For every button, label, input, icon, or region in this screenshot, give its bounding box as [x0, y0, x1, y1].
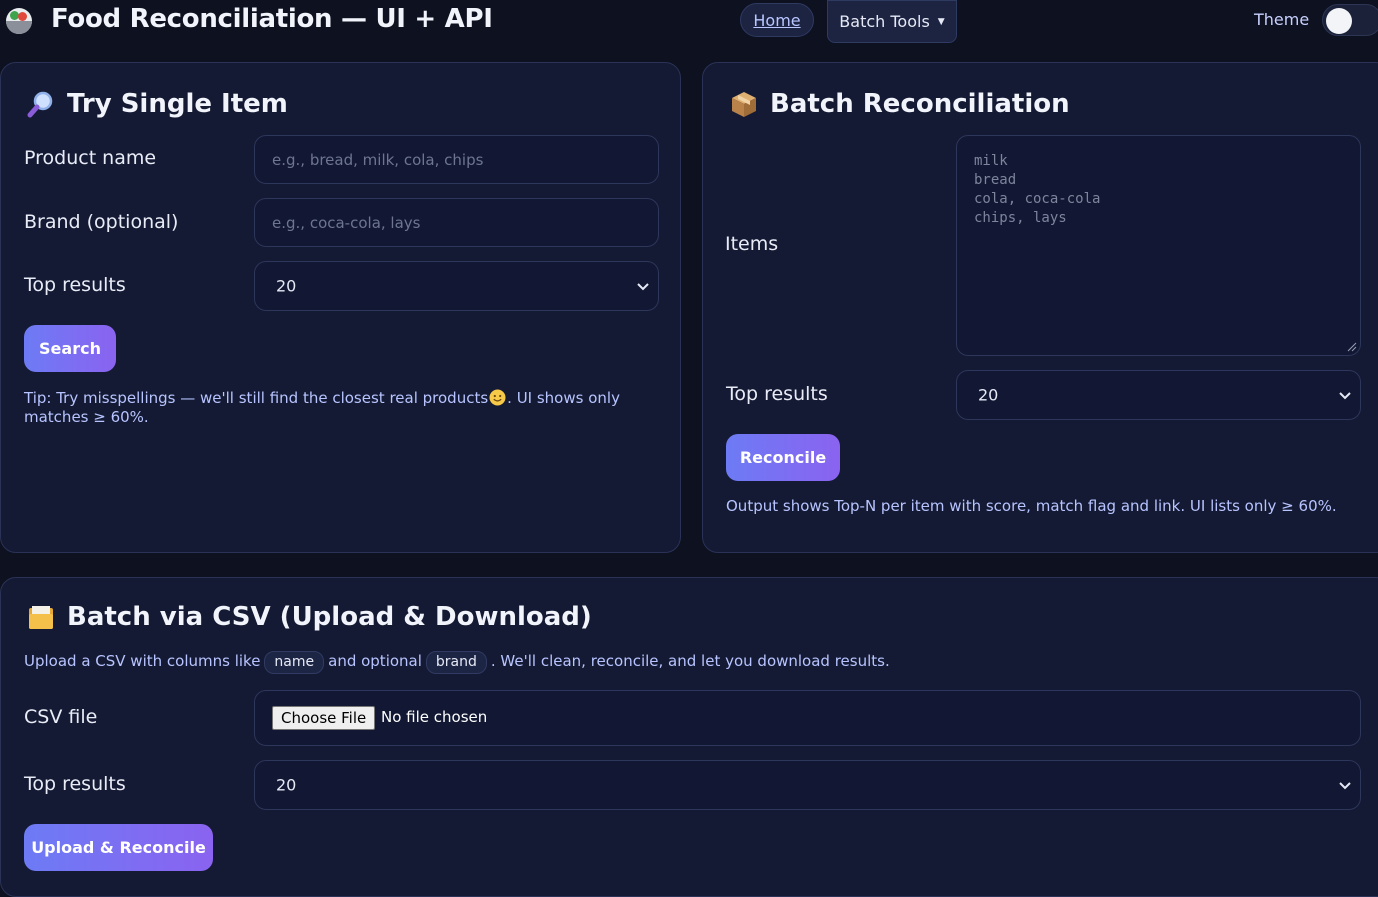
csv-card: Batch via CSV (Upload & Download) Upload… — [0, 577, 1378, 897]
batch-note: Output shows Top-N per item with score, … — [726, 497, 1337, 515]
nav-batch-tools-dropdown[interactable]: Batch Tools ▼ — [827, 0, 957, 43]
product-name-placeholder: e.g., bread, milk, cola, chips — [272, 150, 484, 169]
single-tip-line1: Tip: Try misspellings — we'll still find… — [24, 389, 489, 407]
csv-top-results-select[interactable]: 20 — [254, 760, 1361, 810]
single-tip-line1-end: . UI shows only — [507, 389, 620, 407]
salad-bowl-icon — [6, 8, 32, 34]
search-button[interactable]: Search — [24, 325, 116, 372]
csv-top-results-value: 20 — [276, 775, 297, 795]
items-placeholder: milk bread cola, coca-cola chips, lays — [974, 153, 1101, 226]
single-item-card: Try Single Item Product name e.g., bread… — [0, 62, 681, 553]
batch-top-results-select[interactable]: 20 — [956, 370, 1361, 420]
brand-input[interactable]: e.g., coca-cola, lays — [254, 198, 659, 247]
code-name-pill: name — [264, 651, 325, 674]
single-top-results-select[interactable]: 20 — [254, 261, 659, 311]
no-file-text: No file chosen — [381, 708, 488, 726]
smile-icon — [489, 389, 506, 406]
csv-desc-post: . We'll clean, reconcile, and let you do… — [490, 652, 890, 670]
chevron-down-icon — [1339, 392, 1351, 400]
brand-label: Brand (optional) — [24, 211, 179, 233]
csv-title: Batch via CSV (Upload & Download) — [27, 602, 592, 632]
single-tip-line2: matches ≥ 60%. — [24, 408, 149, 426]
single-top-results-label: Top results — [24, 274, 126, 296]
batch-top-results-value: 20 — [978, 385, 999, 405]
csv-file-label: CSV file — [24, 706, 98, 728]
resize-handle-icon[interactable] — [1347, 342, 1357, 352]
theme-toggle[interactable] — [1322, 4, 1378, 36]
batch-title: Batch Reconciliation — [730, 89, 1070, 119]
nav-home-link[interactable]: Home — [740, 3, 814, 37]
chevron-down-icon — [1339, 782, 1351, 790]
choose-file-button[interactable]: Choose File — [272, 706, 376, 730]
magnifier-icon — [27, 91, 53, 118]
code-brand-pill: brand — [425, 651, 487, 674]
csv-description: Upload a CSV with columns like name and op… — [24, 651, 1224, 674]
brand-placeholder: e.g., coca-cola, lays — [272, 213, 421, 232]
csv-desc-pre: Upload a CSV with columns like — [24, 652, 261, 670]
single-top-results-value: 20 — [276, 276, 297, 296]
csv-top-results-label: Top results — [24, 773, 126, 795]
csv-desc-mid: and optional — [328, 652, 422, 670]
batch-top-results-label: Top results — [726, 383, 828, 405]
package-icon — [732, 92, 756, 117]
upload-reconcile-button[interactable]: Upload & Reconcile — [24, 824, 213, 871]
items-textarea[interactable]: milk bread cola, coca-cola chips, lays — [956, 135, 1361, 356]
theme-label: Theme — [1254, 10, 1310, 29]
batch-title-text: Batch Reconciliation — [770, 89, 1070, 119]
folder-icon — [29, 606, 53, 629]
single-tip: Tip: Try misspellings — we'll still find… — [24, 389, 664, 427]
csv-file-input[interactable]: Choose File No file chosen — [254, 690, 1361, 746]
chevron-down-icon — [637, 283, 649, 291]
single-item-title-text: Try Single Item — [67, 89, 288, 119]
toggle-knob — [1326, 8, 1352, 34]
nav-batch-tools-label: Batch Tools — [839, 12, 930, 31]
product-name-label: Product name — [24, 147, 157, 169]
items-label: Items — [725, 233, 779, 255]
product-name-input[interactable]: e.g., bread, milk, cola, chips — [254, 135, 659, 184]
batch-card: Batch Reconciliation Items milk bread co… — [702, 62, 1378, 553]
caret-down-icon: ▼ — [937, 16, 945, 27]
top-bar: Food Reconciliation — UI + API Home Batc… — [0, 0, 1378, 44]
single-item-title: Try Single Item — [27, 89, 288, 119]
csv-title-text: Batch via CSV (Upload & Download) — [67, 602, 592, 632]
reconcile-button[interactable]: Reconcile — [726, 434, 840, 481]
app-title: Food Reconciliation — UI + API — [51, 4, 493, 34]
